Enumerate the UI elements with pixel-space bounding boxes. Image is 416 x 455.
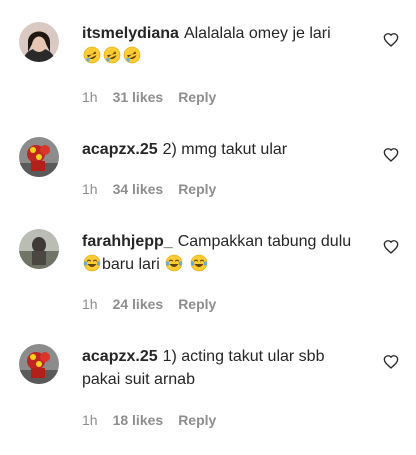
heart-outline-icon[interactable]	[383, 239, 399, 255]
likes-count[interactable]: 24 likes	[113, 296, 164, 312]
timestamp: 1h	[82, 296, 98, 312]
face-with-tears-of-joy-emoji	[165, 254, 183, 272]
comment-meta: 1h 31 likes Reply	[82, 89, 231, 105]
reply-button[interactable]: Reply	[178, 296, 216, 312]
avatar[interactable]	[19, 22, 59, 62]
comment-text: Alalalala omey je lari	[183, 25, 331, 42]
comment-body: farahhjepp_ Campakkan tabung dulu baru la…	[82, 230, 367, 276]
username[interactable]: farahhjepp_	[82, 233, 173, 250]
reply-button[interactable]: Reply	[178, 412, 216, 428]
timestamp: 1h	[82, 181, 98, 197]
username[interactable]: itsmelydiana	[82, 25, 179, 42]
face-with-tears-of-joy-emoji	[83, 254, 101, 272]
avatar[interactable]	[19, 229, 59, 269]
heart-outline-icon[interactable]	[383, 354, 399, 370]
timestamp: 1h	[82, 412, 98, 428]
comment-meta: 1h 34 likes Reply	[82, 181, 231, 197]
comment-meta: 1h 18 likes Reply	[82, 412, 231, 428]
likes-count[interactable]: 18 likes	[113, 412, 164, 428]
comment-text-part: Campakkan tabung dulu	[177, 233, 352, 250]
heart-outline-icon[interactable]	[383, 147, 399, 163]
comment-text: 2) mmg takut ular	[162, 141, 288, 158]
rolling-on-floor-laughing-emoji	[83, 46, 101, 64]
comment-body: acapzx.25 1) acting takut ular sbb pakai …	[82, 345, 367, 391]
avatar[interactable]	[19, 137, 59, 177]
comment-text-part: baru lari	[102, 256, 160, 273]
likes-count[interactable]: 31 likes	[113, 89, 164, 105]
reply-button[interactable]: Reply	[178, 89, 216, 105]
rolling-on-floor-laughing-emoji	[103, 46, 121, 64]
comment-meta: 1h 24 likes Reply	[82, 296, 231, 312]
username[interactable]: acapzx.25	[82, 141, 158, 158]
rolling-on-floor-laughing-emoji	[123, 46, 141, 64]
heart-outline-icon[interactable]	[383, 32, 399, 48]
username[interactable]: acapzx.25	[82, 348, 158, 365]
comment-body: acapzx.25 2) mmg takut ular	[82, 138, 367, 161]
likes-count[interactable]: 34 likes	[113, 181, 164, 197]
comment-body: itsmelydiana Alalalala omey je lari	[82, 22, 367, 68]
timestamp: 1h	[82, 89, 98, 105]
face-with-tears-of-joy-emoji	[190, 254, 208, 272]
reply-button[interactable]: Reply	[178, 181, 216, 197]
avatar[interactable]	[19, 344, 59, 384]
